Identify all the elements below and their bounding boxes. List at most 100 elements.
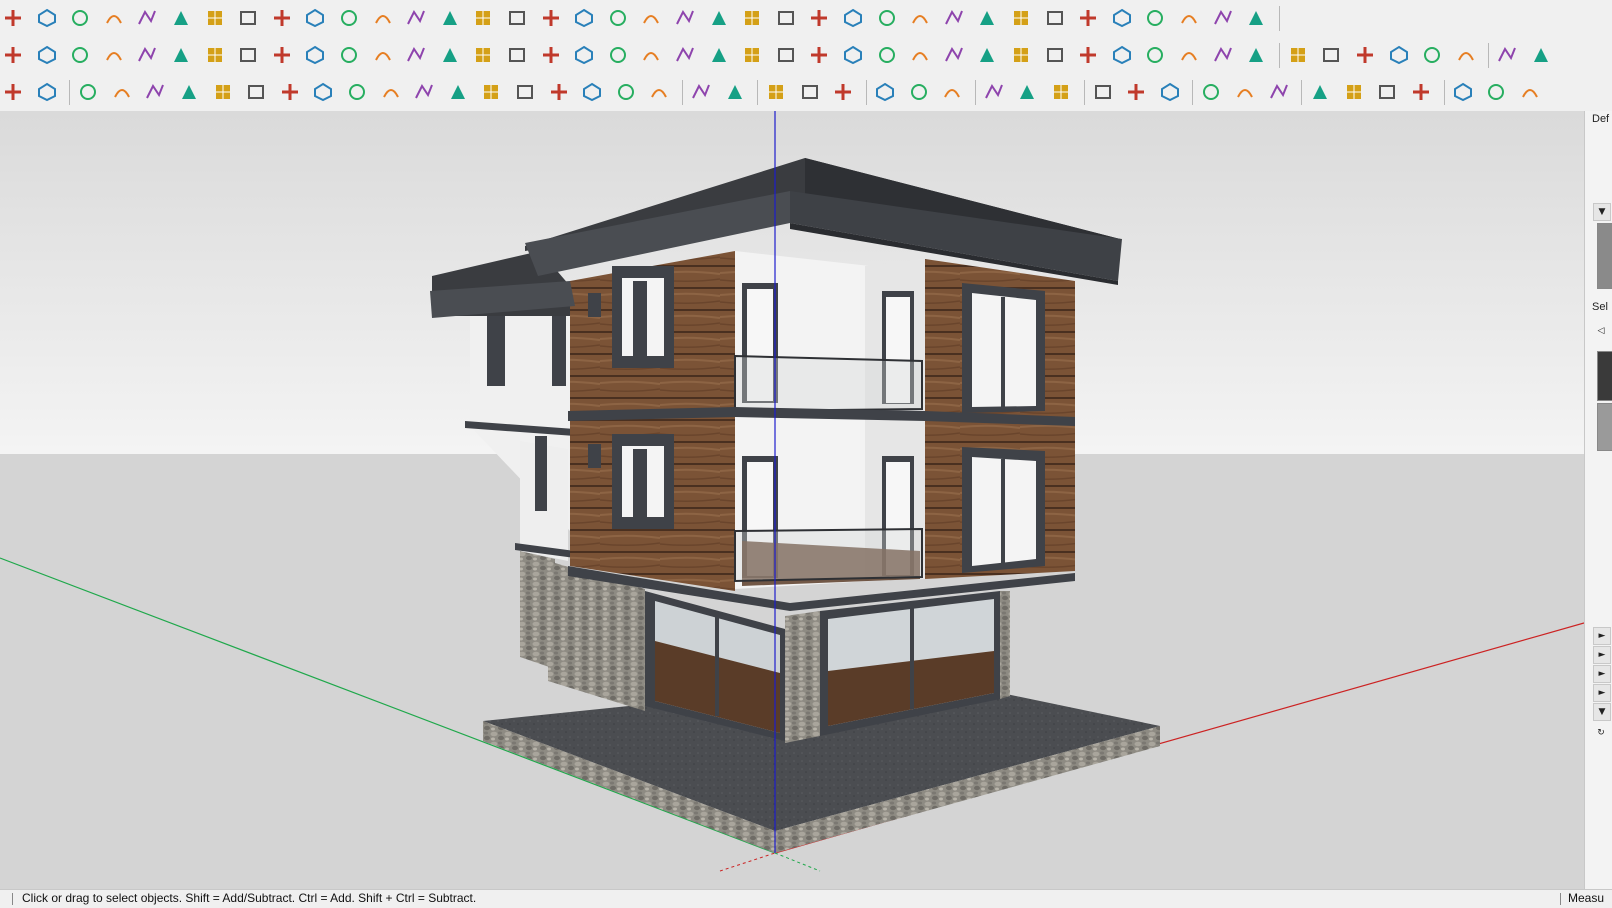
- arc-dark-icon[interactable]: [344, 79, 370, 105]
- scene-canvas[interactable]: [0, 111, 1584, 889]
- rig-icon[interactable]: [1318, 42, 1344, 68]
- loop-icon[interactable]: [638, 42, 664, 68]
- upload-icon[interactable]: [722, 79, 748, 105]
- hatch-icon[interactable]: [1008, 5, 1034, 31]
- flag-icon[interactable]: [269, 42, 295, 68]
- green-shape-icon[interactable]: [34, 79, 60, 105]
- rotate-icon[interactable]: [168, 5, 194, 31]
- copy-icon[interactable]: [1450, 79, 1476, 105]
- book-icon[interactable]: [672, 5, 698, 31]
- wall-icon[interactable]: [974, 5, 1000, 31]
- puzzle-icon[interactable]: [1517, 79, 1543, 105]
- protractor-icon[interactable]: [403, 5, 429, 31]
- section-icon[interactable]: [470, 5, 496, 31]
- warning-icon[interactable]: [605, 42, 631, 68]
- axes3-icon[interactable]: [806, 5, 832, 31]
- line-green-icon[interactable]: [512, 79, 538, 105]
- ruler-icon[interactable]: [706, 5, 732, 31]
- strands-icon[interactable]: [1210, 5, 1236, 31]
- plus-red-icon[interactable]: [437, 42, 463, 68]
- angle-icon[interactable]: [370, 5, 396, 31]
- scale-icon[interactable]: [202, 5, 228, 31]
- modeling-viewport[interactable]: [0, 111, 1584, 889]
- list-icon[interactable]: [235, 42, 261, 68]
- arc-icon[interactable]: [302, 5, 328, 31]
- axes2-icon[interactable]: [773, 5, 799, 31]
- stairs-icon[interactable]: [504, 5, 530, 31]
- rectangle-icon[interactable]: [277, 79, 303, 105]
- panel-diag-icon[interactable]: [1157, 79, 1183, 105]
- stack-icon[interactable]: [874, 42, 900, 68]
- window2-icon[interactable]: [1232, 79, 1258, 105]
- cursor-paint-icon[interactable]: [1352, 42, 1378, 68]
- magnet-icon[interactable]: [0, 79, 26, 105]
- corner-icon[interactable]: [336, 5, 362, 31]
- material-preview[interactable]: [1597, 223, 1612, 289]
- arc-red-icon[interactable]: [478, 79, 504, 105]
- window-icon[interactable]: [1198, 79, 1224, 105]
- lines-plus-icon[interactable]: [906, 79, 932, 105]
- roof-icon[interactable]: [1386, 42, 1412, 68]
- window3-icon[interactable]: [1266, 79, 1292, 105]
- box-red-icon[interactable]: [202, 42, 228, 68]
- mesh2-icon[interactable]: [1142, 5, 1168, 31]
- eraser-icon[interactable]: [34, 5, 60, 31]
- ellipse-icon[interactable]: [613, 79, 639, 105]
- hline-icon[interactable]: [981, 79, 1007, 105]
- image-green-icon[interactable]: [840, 42, 866, 68]
- facade2-icon[interactable]: [1341, 79, 1367, 105]
- back-arrow-icon[interactable]: ◁: [1593, 323, 1609, 339]
- spin-icon[interactable]: [672, 42, 698, 68]
- stamp-icon[interactable]: [840, 5, 866, 31]
- stamp-red-icon[interactable]: [974, 42, 1000, 68]
- cone-icon[interactable]: [538, 42, 564, 68]
- back-red-icon[interactable]: [806, 42, 832, 68]
- curve-icon[interactable]: [1176, 5, 1202, 31]
- hline-plus-icon[interactable]: [1014, 79, 1040, 105]
- gear-icon[interactable]: [1008, 42, 1034, 68]
- circle-dotted-icon[interactable]: [1210, 42, 1236, 68]
- scatter-icon[interactable]: [1176, 42, 1202, 68]
- pen-icon[interactable]: [1285, 42, 1311, 68]
- push-pull-icon[interactable]: [235, 5, 261, 31]
- tree-icon[interactable]: [571, 42, 597, 68]
- frame-icon[interactable]: [1042, 42, 1068, 68]
- zoom-green-icon[interactable]: [797, 79, 823, 105]
- layer-yellow-icon[interactable]: [34, 42, 60, 68]
- mesh-icon[interactable]: [1109, 5, 1135, 31]
- follow-me-icon[interactable]: [0, 5, 26, 31]
- terrain-icon[interactable]: [688, 79, 714, 105]
- grid-yellow-icon[interactable]: [1109, 42, 1135, 68]
- clipboard-icon[interactable]: [1483, 79, 1509, 105]
- expand-arrow-1[interactable]: ►: [1593, 627, 1611, 645]
- layer-green-icon[interactable]: [67, 42, 93, 68]
- select-arrow-icon[interactable]: [763, 79, 789, 105]
- lines-minus-icon[interactable]: [939, 79, 965, 105]
- arc-green-icon[interactable]: [243, 79, 269, 105]
- soften-icon[interactable]: [101, 5, 127, 31]
- hline-minus-icon[interactable]: [1048, 79, 1074, 105]
- refresh-icon[interactable]: ↻: [1593, 725, 1609, 741]
- facade3-icon[interactable]: [1374, 79, 1400, 105]
- plus-green-icon[interactable]: [470, 42, 496, 68]
- swatch-grey[interactable]: [1597, 403, 1612, 451]
- move-icon[interactable]: [269, 5, 295, 31]
- path-icon[interactable]: [370, 42, 396, 68]
- chain-icon[interactable]: [336, 42, 362, 68]
- roof2-icon[interactable]: [1419, 42, 1445, 68]
- panel-grid-icon[interactable]: [1123, 79, 1149, 105]
- lines-icon[interactable]: [872, 79, 898, 105]
- wave-icon[interactable]: [176, 79, 202, 105]
- sandbox-icon[interactable]: [941, 5, 967, 31]
- expand-arrow-3[interactable]: ►: [1593, 665, 1611, 683]
- nodes-icon[interactable]: [403, 42, 429, 68]
- zoom2-icon[interactable]: [830, 79, 856, 105]
- grid-orange-icon[interactable]: [1075, 42, 1101, 68]
- intersect-icon[interactable]: [67, 5, 93, 31]
- offset-icon[interactable]: [134, 5, 160, 31]
- spring-icon[interactable]: [142, 79, 168, 105]
- grid-gold-icon[interactable]: [1142, 42, 1168, 68]
- layer-clear-icon[interactable]: [134, 42, 160, 68]
- tag-icon[interactable]: [605, 5, 631, 31]
- polyline-green-icon[interactable]: [378, 79, 404, 105]
